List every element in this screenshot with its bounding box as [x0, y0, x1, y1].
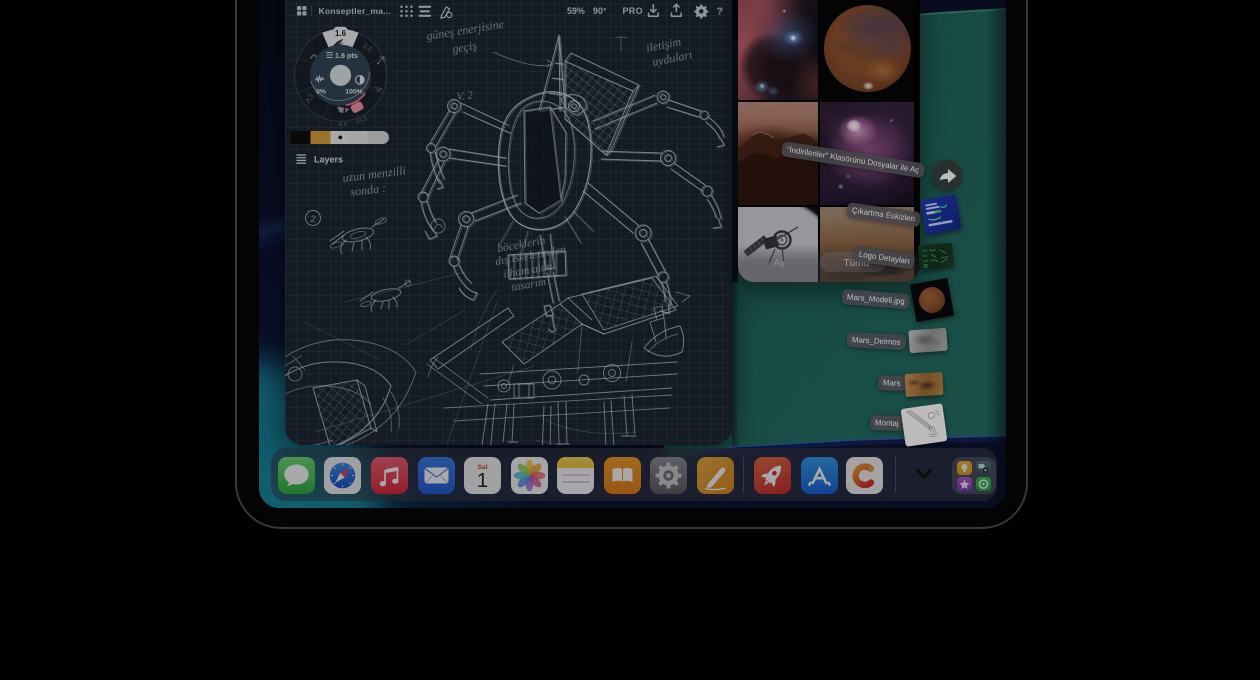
svg-text:0%: 0% [316, 89, 326, 96]
svg-text:6.8: 6.8 [338, 121, 347, 128]
svg-text:1.6 pts: 1.6 pts [335, 51, 358, 60]
svg-text:Layers: Layers [314, 155, 343, 165]
svg-text:1.6: 1.6 [335, 29, 347, 38]
svg-text:100%: 100% [345, 89, 362, 96]
svg-text:1: 1 [477, 469, 488, 492]
svg-text:2: 2 [309, 214, 315, 224]
